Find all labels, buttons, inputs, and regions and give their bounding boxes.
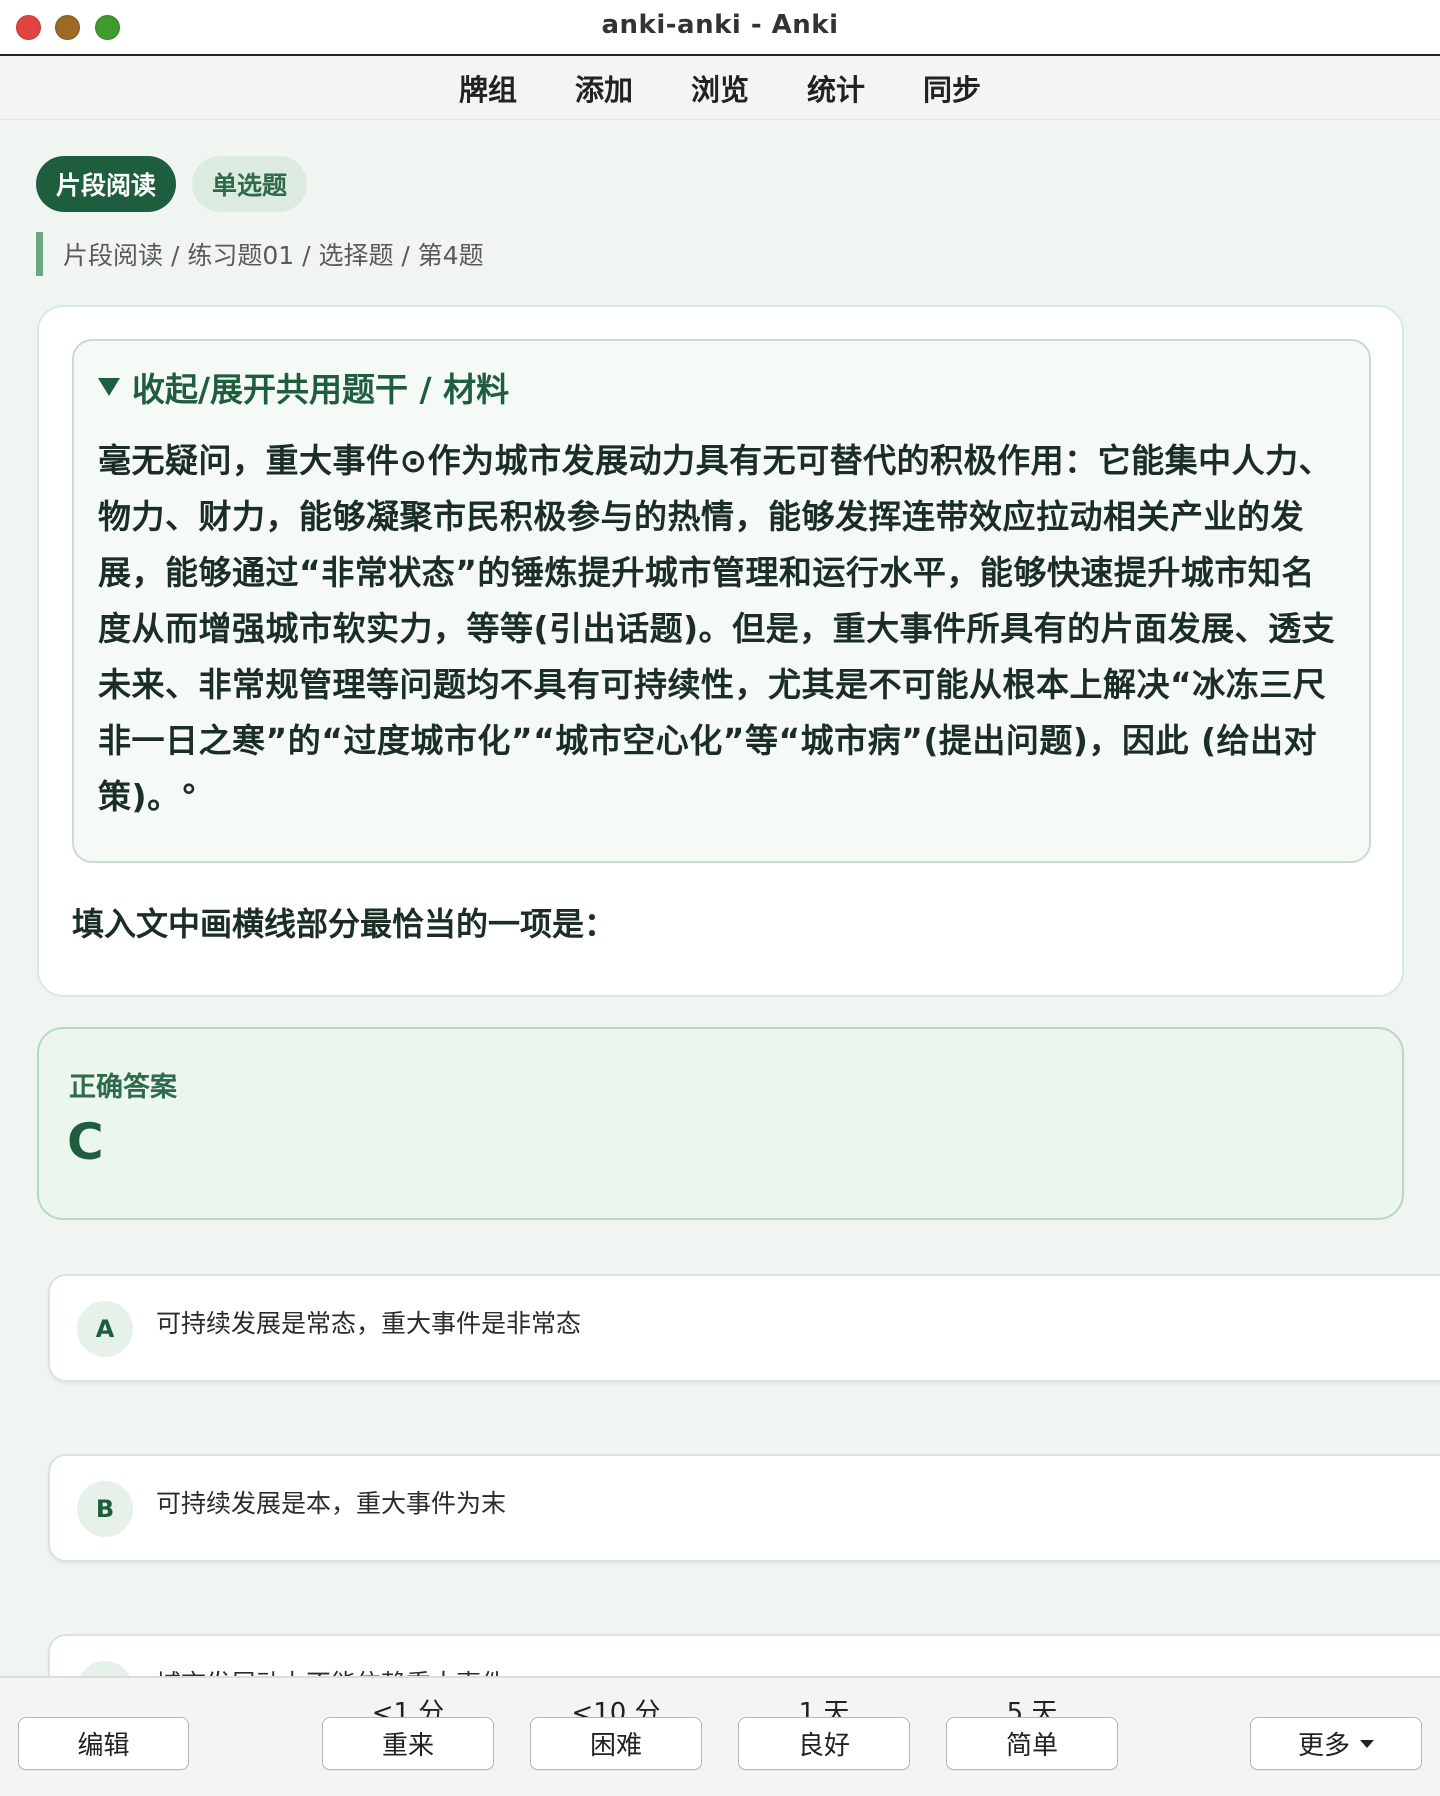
option-text: 可持续发展是常态，重大事件是非常态 <box>156 1309 582 1338</box>
edit-button[interactable]: 编辑 <box>18 1717 189 1770</box>
question-text: 填入文中画横线部分最恰当的一项是： <box>72 905 617 943</box>
option-b[interactable]: B 可持续发展是本，重大事件为末 <box>48 1454 1440 1562</box>
anki-window: anki-anki - Anki 牌组 添加 浏览 统计 同步 片段阅读 单选题… <box>0 0 1440 1796</box>
answer-card: 正确答案 C <box>37 1027 1404 1220</box>
option-a[interactable]: A 可持续发展是常态，重大事件是非常态 <box>48 1274 1440 1382</box>
again-button[interactable]: 重来 <box>322 1717 494 1770</box>
breadcrumb: 片段阅读 / 练习题01 / 选择题 / 第4题 <box>36 232 484 276</box>
easy-button[interactable]: 简单 <box>946 1717 1118 1770</box>
more-label: 更多 <box>1297 1731 1350 1761</box>
option-text: 可持续发展是本，重大事件为末 <box>156 1489 507 1518</box>
card-content: 片段阅读 单选题 片段阅读 / 练习题01 / 选择题 / 第4题 收起/展开共… <box>0 121 1440 1676</box>
option-letter: B <box>77 1481 133 1537</box>
option-letter: A <box>77 1301 133 1357</box>
toolbar-sync[interactable]: 同步 <box>894 67 1010 109</box>
option-text: 城市发展动力不能依赖重大事件 <box>156 1664 506 1676</box>
more-button[interactable]: 更多 <box>1250 1717 1422 1770</box>
window-title: anki-anki - Anki <box>601 10 839 40</box>
material-toggle[interactable]: 收起/展开共用题干 / 材料 <box>98 367 1345 409</box>
review-bottom-bar: 编辑 <1 分 <10 分 1 天 5 天 重来 困难 良好 简单 更多 <box>0 1676 1440 1796</box>
title-bar: anki-anki - Anki <box>0 0 1440 56</box>
toolbar-stats[interactable]: 统计 <box>778 67 894 109</box>
toolbar-add[interactable]: 添加 <box>546 67 662 109</box>
tag-passage-reading[interactable]: 片段阅读 <box>36 156 177 212</box>
question-card: 收起/展开共用题干 / 材料 毫无疑问，重大事件⊙作为城市发展动力具有无可替代的… <box>37 305 1404 997</box>
material-box: 收起/展开共用题干 / 材料 毫无疑问，重大事件⊙作为城市发展动力具有无可替代的… <box>72 339 1371 863</box>
good-button[interactable]: 良好 <box>738 1717 910 1770</box>
option-letter: C <box>77 1661 133 1676</box>
option-c[interactable]: C 城市发展动力不能依赖重大事件 <box>48 1634 1440 1676</box>
toolbar-decks[interactable]: 牌组 <box>430 67 546 109</box>
toolbar-browse[interactable]: 浏览 <box>662 67 778 109</box>
triangle-down-icon <box>98 378 120 396</box>
answer-value: C <box>67 1113 104 1171</box>
hard-button[interactable]: 困难 <box>530 1717 702 1770</box>
material-header: 收起/展开共用题干 / 材料 <box>132 370 510 409</box>
tag-single-choice[interactable]: 单选题 <box>192 156 308 212</box>
caret-down-icon <box>1360 1739 1374 1748</box>
answer-label: 正确答案 <box>69 1072 177 1103</box>
tag-list: 片段阅读 单选题 <box>36 156 308 212</box>
main-toolbar: 牌组 添加 浏览 统计 同步 <box>0 56 1440 120</box>
material-text: 毫无疑问，重大事件⊙作为城市发展动力具有无可替代的积极作用：它能集中人力、物力、… <box>98 441 1336 816</box>
